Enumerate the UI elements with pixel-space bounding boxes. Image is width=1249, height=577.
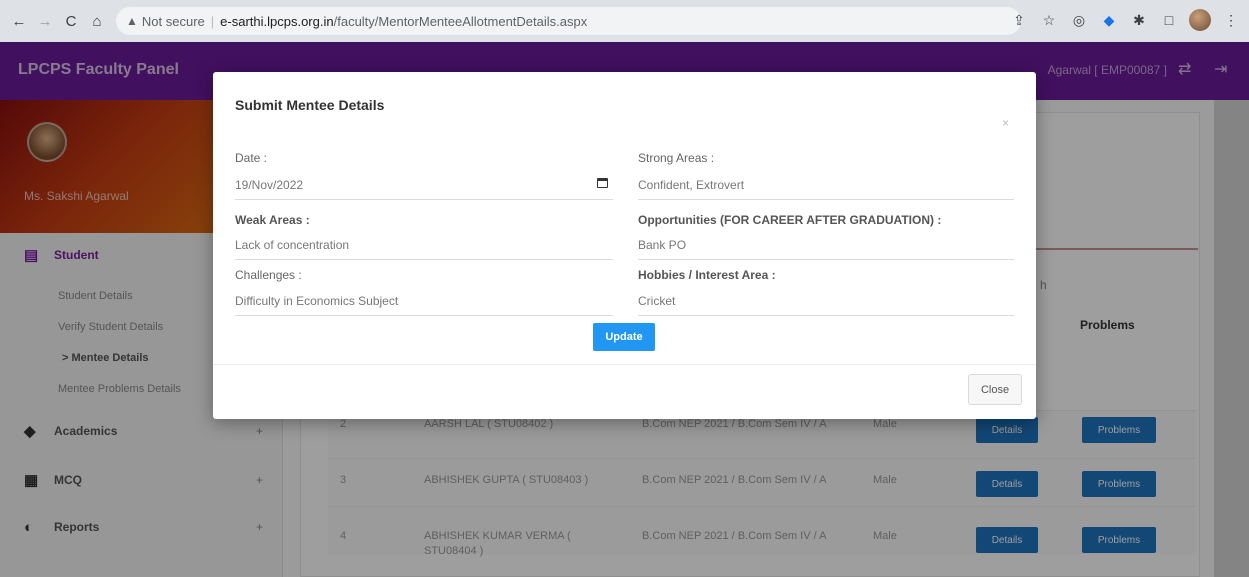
strong-areas-underline bbox=[638, 199, 1014, 200]
calendar-icon[interactable] bbox=[597, 178, 608, 188]
weak-areas-input[interactable]: Lack of concentration bbox=[235, 238, 349, 252]
forward-icon[interactable]: → bbox=[34, 10, 56, 32]
challenges-underline bbox=[235, 315, 613, 316]
modal-footer-divider bbox=[213, 364, 1036, 365]
opportunities-underline bbox=[638, 259, 1014, 260]
share-icon[interactable]: ⇪ bbox=[1009, 8, 1029, 32]
address-bar[interactable]: ▲ Not secure | e-sarthi.lpcps.org.in /fa… bbox=[116, 7, 1021, 35]
reload-icon[interactable]: C bbox=[60, 10, 82, 32]
kebab-menu-icon[interactable]: ⋮ bbox=[1221, 8, 1241, 32]
bookmark-star-icon[interactable]: ☆ bbox=[1039, 8, 1059, 32]
challenges-label: Challenges : bbox=[235, 268, 302, 282]
close-icon[interactable]: × bbox=[1002, 116, 1009, 130]
profile-avatar-icon[interactable] bbox=[1189, 9, 1211, 31]
date-input[interactable]: 19/Nov/2022 bbox=[235, 178, 303, 192]
url-path: /faculty/MentorMenteeAllotmentDetails.as… bbox=[333, 13, 588, 29]
close-button[interactable]: Close bbox=[968, 374, 1022, 405]
extension-blue-icon[interactable]: ◆ bbox=[1099, 8, 1119, 32]
hobbies-label: Hobbies / Interest Area : bbox=[638, 268, 776, 282]
warning-icon: ▲ bbox=[126, 14, 138, 28]
url-separator: | bbox=[210, 13, 215, 29]
date-input-underline bbox=[235, 199, 613, 200]
hobbies-input[interactable]: Cricket bbox=[638, 294, 675, 308]
challenges-input[interactable]: Difficulty in Economics Subject bbox=[235, 294, 398, 308]
not-secure-label: Not secure bbox=[141, 13, 205, 29]
opportunities-label: Opportunities (FOR CAREER AFTER GRADUATI… bbox=[638, 213, 942, 227]
opportunities-input[interactable]: Bank PO bbox=[638, 238, 686, 252]
url-host: e-sarthi.lpcps.org.in bbox=[220, 13, 334, 29]
puzzle-icon[interactable]: ✱ bbox=[1129, 8, 1149, 32]
weak-areas-underline bbox=[235, 259, 613, 260]
weak-areas-label: Weak Areas : bbox=[235, 213, 310, 227]
sidebar-toggle-icon[interactable]: □ bbox=[1159, 8, 1179, 32]
modal-title: Submit Mentee Details bbox=[235, 97, 385, 113]
strong-areas-label: Strong Areas : bbox=[638, 151, 715, 165]
strong-areas-input[interactable]: Confident, Extrovert bbox=[638, 178, 744, 192]
browser-toolbar: ← → C ⌂ ▲ Not secure | e-sarthi.lpcps.or… bbox=[0, 0, 1249, 42]
back-icon[interactable]: ← bbox=[8, 10, 30, 32]
date-label: Date : bbox=[235, 151, 268, 165]
submit-mentee-modal: Submit Mentee Details × Date : 19/Nov/20… bbox=[213, 72, 1036, 419]
update-button[interactable]: Update bbox=[593, 323, 655, 351]
home-icon[interactable]: ⌂ bbox=[86, 10, 108, 32]
extension-icon[interactable]: ◎ bbox=[1069, 8, 1089, 32]
hobbies-underline bbox=[638, 315, 1014, 316]
